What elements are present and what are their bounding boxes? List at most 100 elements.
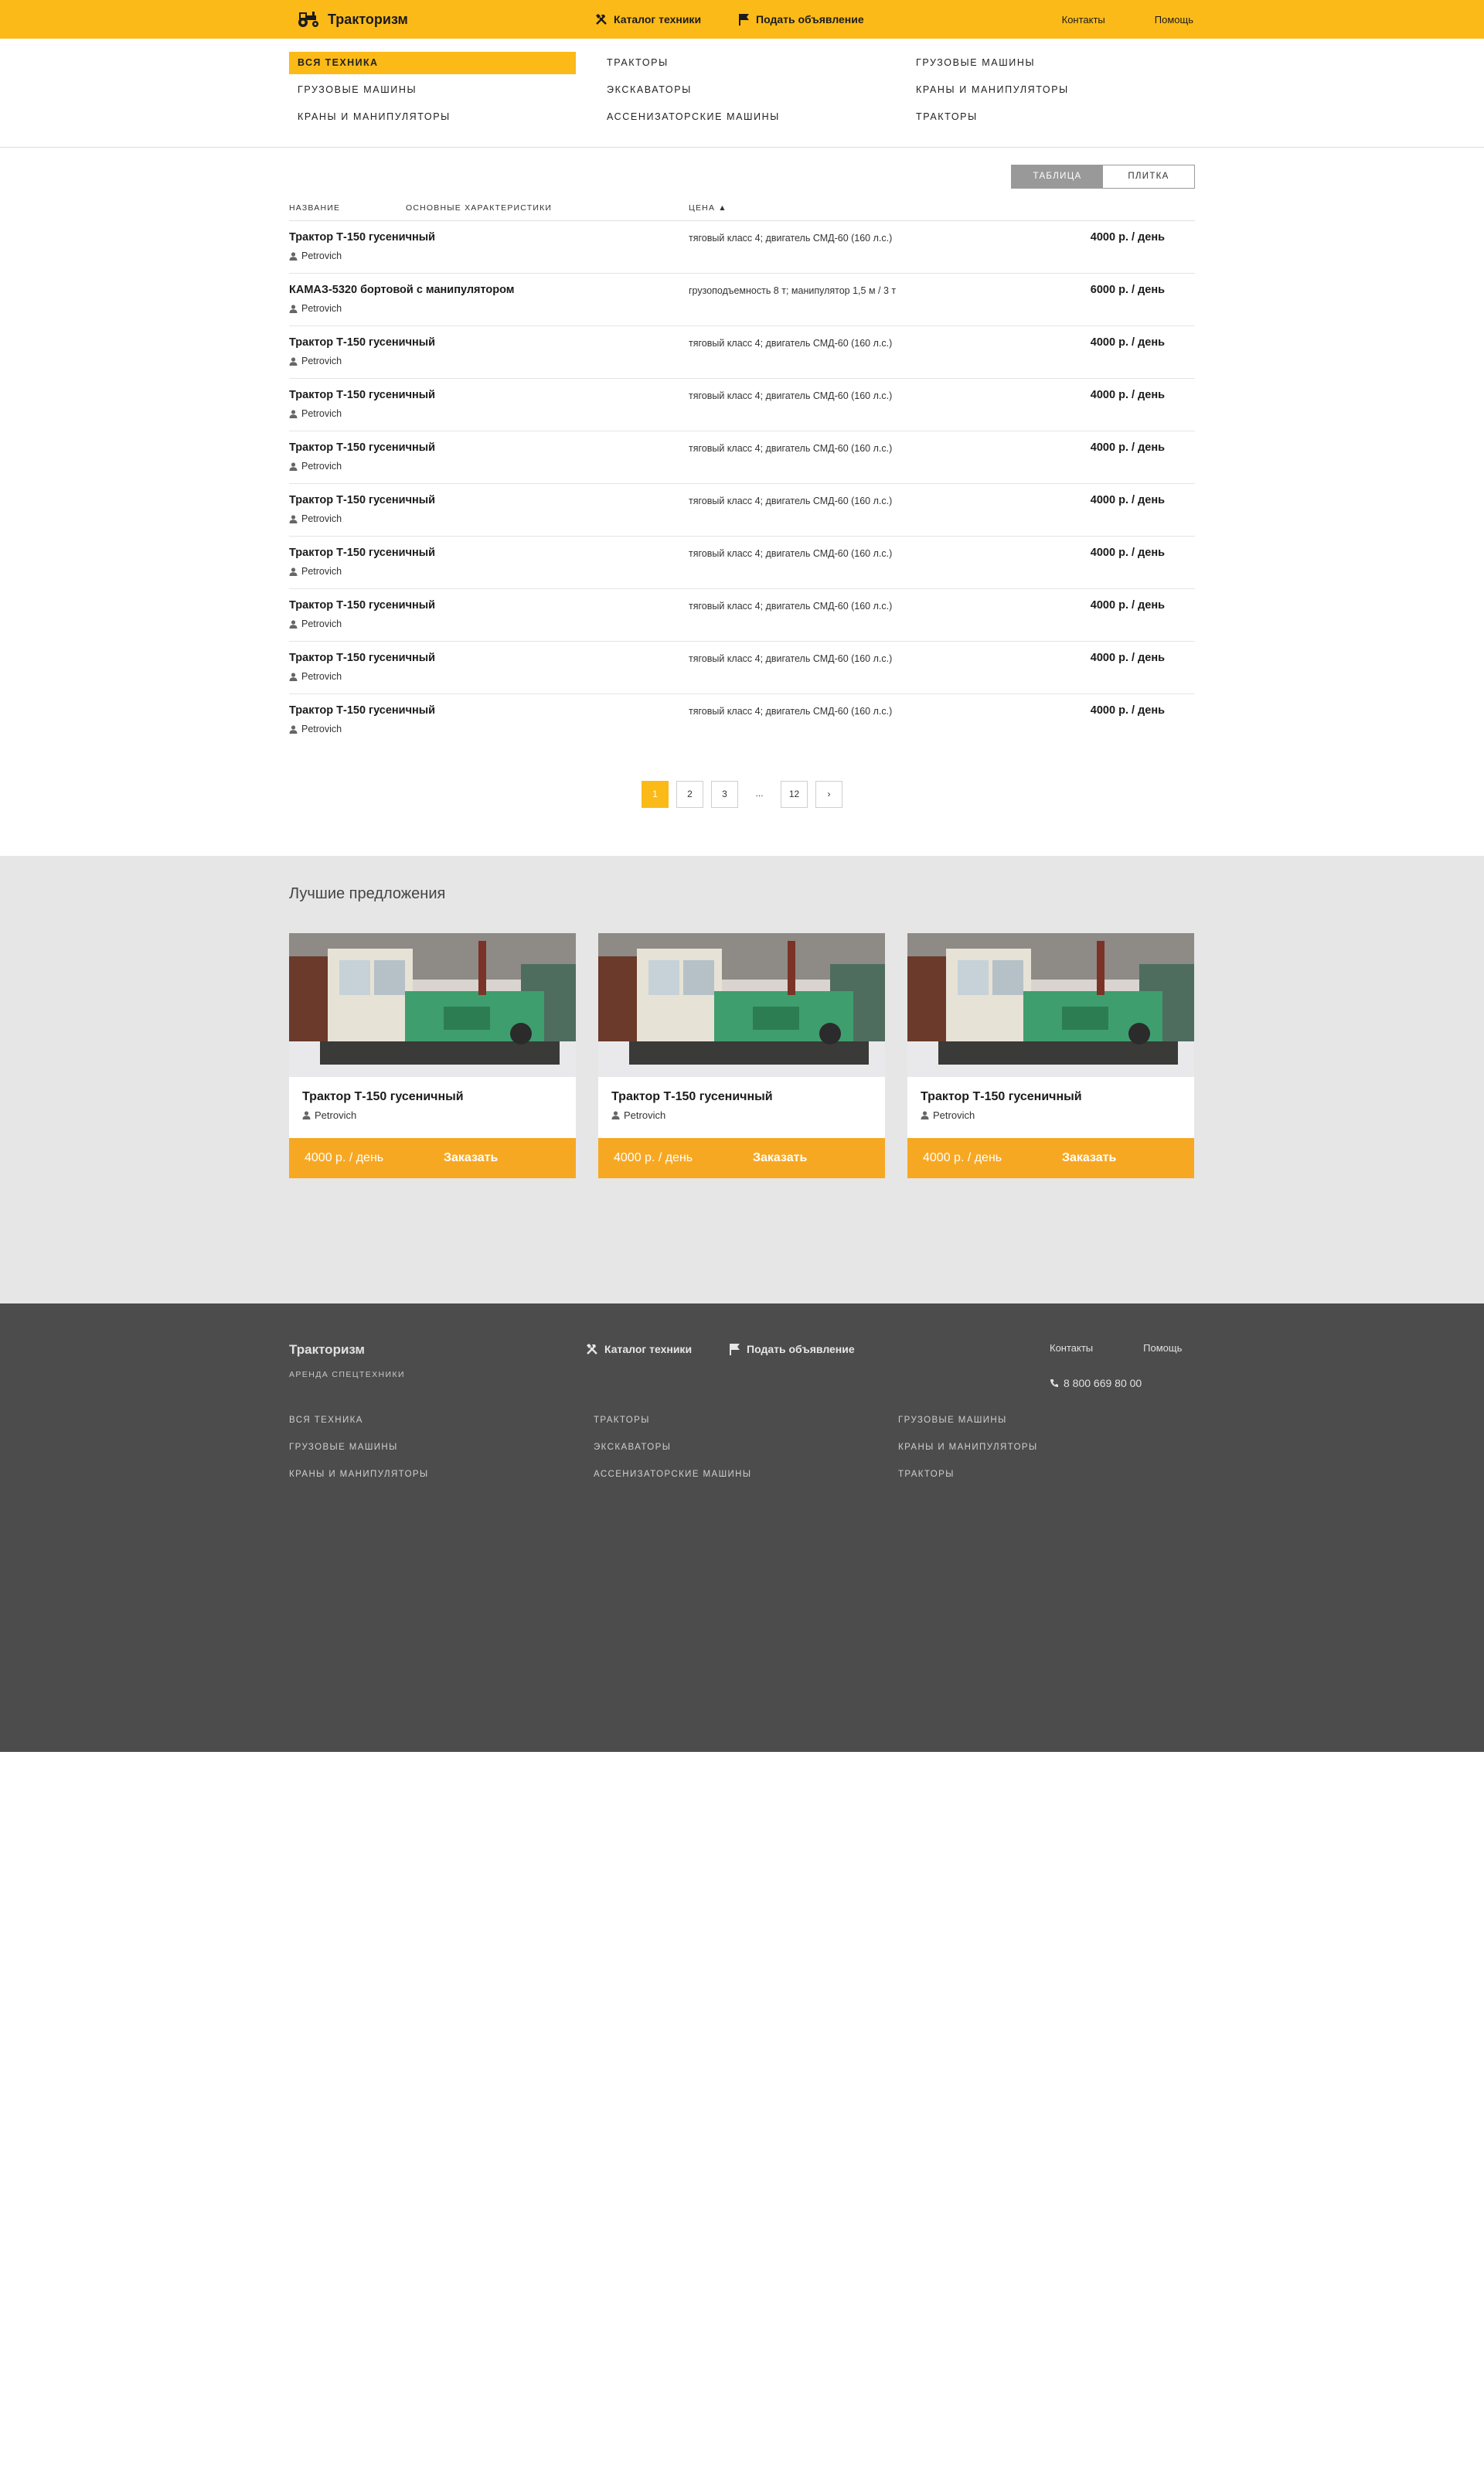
view-table-button[interactable]: ТАБЛИЦА xyxy=(1012,165,1103,188)
offer-owner[interactable]: Petrovich xyxy=(289,1104,576,1121)
table-row[interactable]: Трактор Т-150 гусеничный Petrovich тяговый… xyxy=(289,642,1195,694)
table-row[interactable]: Трактор Т-150 гусеничный Petrovich тяговый… xyxy=(289,537,1195,589)
listing-title[interactable]: Трактор Т-150 гусеничный xyxy=(289,652,689,664)
listing-owner[interactable]: Petrovich xyxy=(289,566,689,577)
listing-title[interactable]: Трактор Т-150 гусеничный xyxy=(289,704,689,717)
footer-brand[interactable]: Тракторизм xyxy=(289,1342,586,1358)
user-icon xyxy=(289,356,298,366)
offer-owner[interactable]: Petrovich xyxy=(907,1104,1194,1121)
view-toggle: ТАБЛИЦА ПЛИТКА xyxy=(1011,165,1195,189)
nav-post-ad[interactable]: Подать объявление xyxy=(738,13,864,26)
offer-image[interactable] xyxy=(598,933,885,1077)
tools-icon xyxy=(587,1344,597,1355)
table-row[interactable]: Трактор Т-150 гусеничный Petrovich тяговый… xyxy=(289,694,1195,747)
nav-catalog[interactable]: Каталог техники xyxy=(595,13,701,26)
category-sewage[interactable]: АССЕНИЗАТОРСКИЕ МАШИНЫ xyxy=(598,106,885,128)
category-cranes[interactable]: КРАНЫ И МАНИПУЛЯТОРЫ xyxy=(907,79,1195,101)
user-icon xyxy=(289,462,298,471)
pagination: 1 2 3 ... 12 › xyxy=(289,781,1195,808)
footer-category[interactable]: КРАНЫ И МАНИПУЛЯТОРЫ xyxy=(289,1470,594,1481)
user-icon xyxy=(289,619,298,629)
user-icon xyxy=(611,1111,620,1119)
offer-title[interactable]: Трактор Т-150 гусеничный xyxy=(598,1077,885,1104)
listing-title[interactable]: Трактор Т-150 гусеничный xyxy=(289,336,689,349)
category-tractors[interactable]: ТРАКТОРЫ xyxy=(907,106,1195,128)
page-1[interactable]: 1 xyxy=(642,781,669,808)
listing-title[interactable]: Трактор Т-150 гусеничный xyxy=(289,494,689,506)
listing-title[interactable]: КАМАЗ-5320 бортовой с манипулятором xyxy=(289,284,689,296)
category-column: ТРАКТОРЫ ЭКСКАВАТОРЫ АССЕНИЗАТОРСКИЕ МАШ… xyxy=(598,52,885,128)
offer-owner[interactable]: Petrovich xyxy=(598,1104,885,1121)
owner-name: Petrovich xyxy=(301,461,342,472)
owner-name: Petrovich xyxy=(301,250,342,261)
page-3[interactable]: 3 xyxy=(711,781,738,808)
table-row[interactable]: КАМАЗ-5320 бортовой с манипулятором Petro… xyxy=(289,274,1195,326)
footer-help-link[interactable]: Помощь xyxy=(1143,1342,1182,1354)
listing-title[interactable]: Трактор Т-150 гусеничный xyxy=(289,547,689,559)
listing-owner[interactable]: Petrovich xyxy=(289,724,689,734)
header-characteristics[interactable]: ОСНОВНЫЕ ХАРАКТЕРИСТИКИ xyxy=(406,203,689,220)
category-tractors[interactable]: ТРАКТОРЫ xyxy=(598,52,885,74)
footer-nav-post-ad-label: Подать объявление xyxy=(747,1343,855,1355)
listing-owner[interactable]: Petrovich xyxy=(289,303,689,314)
listing-price: 4000 р. / день xyxy=(1090,389,1165,401)
listing-owner[interactable]: Petrovich xyxy=(289,461,689,472)
footer-category[interactable]: АССЕНИЗАТОРСКИЕ МАШИНЫ xyxy=(594,1470,898,1481)
table-row[interactable]: Трактор Т-150 гусеничный Petrovich тяговый… xyxy=(289,484,1195,537)
footer-category[interactable]: ГРУЗОВЫЕ МАШИНЫ xyxy=(289,1443,594,1453)
view-tiles-button[interactable]: ПЛИТКА xyxy=(1103,165,1194,188)
category-trucks[interactable]: ГРУЗОВЫЕ МАШИНЫ xyxy=(907,52,1195,74)
page-2[interactable]: 2 xyxy=(676,781,703,808)
page-12[interactable]: 12 xyxy=(781,781,808,808)
header-name[interactable]: НАЗВАНИЕ xyxy=(289,203,406,220)
category-all[interactable]: ВСЯ ТЕХНИКА xyxy=(289,52,576,74)
offer-image[interactable] xyxy=(289,933,576,1077)
offer-image[interactable] xyxy=(907,933,1194,1077)
footer-nav-catalog[interactable]: Каталог техники xyxy=(586,1342,692,1356)
footer-category[interactable]: ВСЯ ТЕХНИКА xyxy=(289,1416,594,1426)
contacts-link[interactable]: Контакты xyxy=(1062,14,1105,26)
listing-owner[interactable]: Petrovich xyxy=(289,671,689,682)
offer-title[interactable]: Трактор Т-150 гусеничный xyxy=(907,1077,1194,1104)
footer-phone[interactable]: 8 800 669 80 00 xyxy=(1050,1377,1195,1389)
footer-category[interactable]: ТРАКТОРЫ xyxy=(594,1416,898,1426)
table-row[interactable]: Трактор Т-150 гусеничный Petrovich тяговый… xyxy=(289,379,1195,431)
listing-owner[interactable]: Petrovich xyxy=(289,408,689,419)
header-price-sort[interactable]: ЦЕНА ▲ xyxy=(689,203,727,220)
offer-card[interactable]: Трактор Т-150 гусеничный Petrovich 4000 р.… xyxy=(289,933,576,1178)
listing-title[interactable]: Трактор Т-150 гусеничный xyxy=(289,599,689,612)
table-row[interactable]: Трактор Т-150 гусеничный Petrovich тяговый… xyxy=(289,431,1195,484)
table-row[interactable]: Трактор Т-150 гусеничный Petrovich тяговый… xyxy=(289,326,1195,379)
listing-title[interactable]: Трактор Т-150 гусеничный xyxy=(289,441,689,454)
table-row[interactable]: Трактор Т-150 гусеничный Petrovich тяговый… xyxy=(289,221,1195,274)
order-button[interactable]: Заказать xyxy=(753,1151,807,1165)
user-icon xyxy=(289,724,298,734)
table-row[interactable]: Трактор Т-150 гусеничный Petrovich тяговый… xyxy=(289,589,1195,642)
footer-contacts-link[interactable]: Контакты xyxy=(1050,1342,1093,1354)
offer-title[interactable]: Трактор Т-150 гусеничный xyxy=(289,1077,576,1104)
help-link[interactable]: Помощь xyxy=(1155,14,1193,26)
footer-category[interactable]: КРАНЫ И МАНИПУЛЯТОРЫ xyxy=(898,1443,1195,1453)
next-page-button[interactable]: › xyxy=(815,781,842,808)
footer-nav-post-ad[interactable]: Подать объявление xyxy=(729,1342,855,1356)
footer-category[interactable]: ЭКСКАВАТОРЫ xyxy=(594,1443,898,1453)
category-cranes[interactable]: КРАНЫ И МАНИПУЛЯТОРЫ xyxy=(289,106,576,128)
footer-category[interactable]: ГРУЗОВЫЕ МАШИНЫ xyxy=(898,1416,1195,1426)
listing-title[interactable]: Трактор Т-150 гусеничный xyxy=(289,389,689,401)
listing-owner[interactable]: Petrovich xyxy=(289,250,689,261)
listing-owner[interactable]: Petrovich xyxy=(289,356,689,366)
offer-card[interactable]: Трактор Т-150 гусеничный Petrovich 4000 р.… xyxy=(598,933,885,1178)
order-button[interactable]: Заказать xyxy=(1062,1151,1116,1165)
listing-owner[interactable]: Petrovich xyxy=(289,513,689,524)
offer-card[interactable]: Трактор Т-150 гусеничный Petrovich 4000 р.… xyxy=(907,933,1194,1178)
listing-owner[interactable]: Petrovich xyxy=(289,618,689,629)
logo[interactable]: Тракторизм xyxy=(289,11,595,28)
order-button[interactable]: Заказать xyxy=(444,1151,498,1165)
page-ellipsis: ... xyxy=(746,781,773,808)
footer-category[interactable]: ТРАКТОРЫ xyxy=(898,1470,1195,1481)
phone-icon xyxy=(1050,1379,1058,1387)
category-excavators[interactable]: ЭКСКАВАТОРЫ xyxy=(598,79,885,101)
listing-title[interactable]: Трактор Т-150 гусеничный xyxy=(289,231,689,244)
listing-price: 4000 р. / день xyxy=(1090,336,1165,349)
category-trucks[interactable]: ГРУЗОВЫЕ МАШИНЫ xyxy=(289,79,576,101)
